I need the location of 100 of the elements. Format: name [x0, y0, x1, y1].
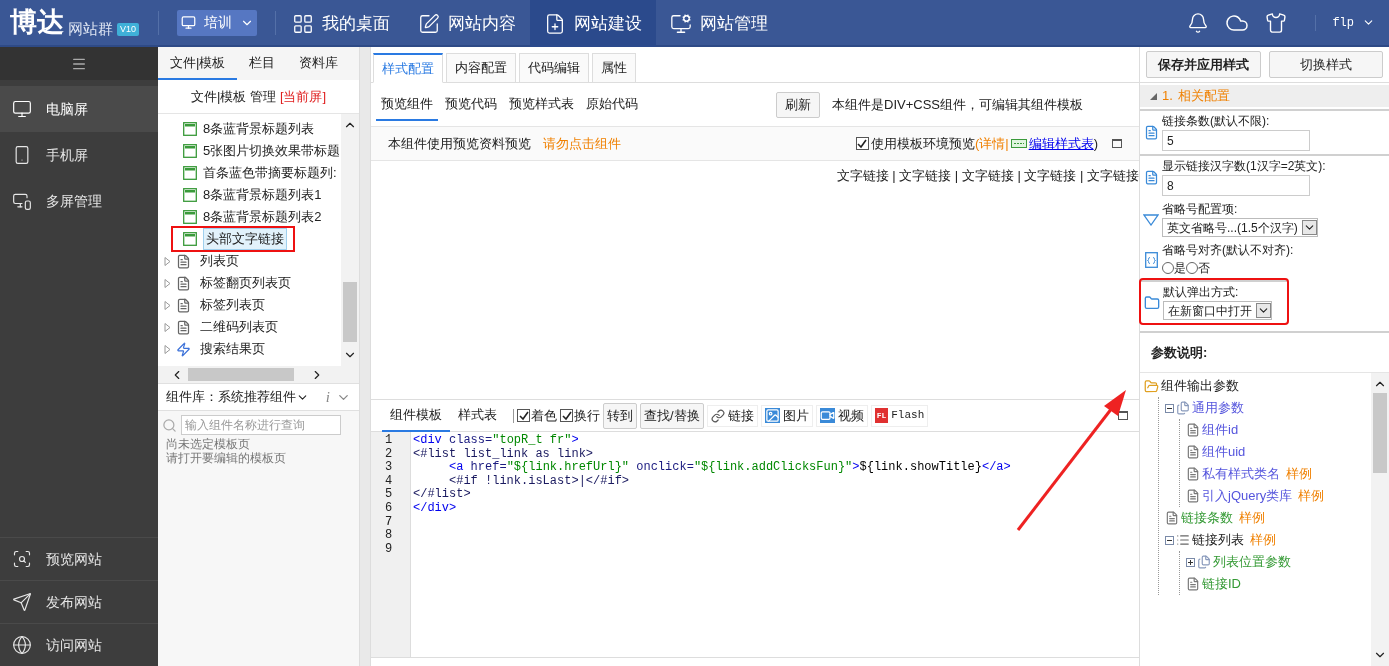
collapsed-arrow-icon[interactable] [164, 322, 171, 332]
documents-icon [1197, 555, 1211, 569]
param-label[interactable]: 通用参数 [1192, 398, 1244, 418]
tree-item[interactable]: 搜索结果页 [158, 338, 341, 360]
nav-tab[interactable]: 网站内容 [404, 0, 530, 47]
tree-item[interactable]: 列表页 [158, 250, 341, 272]
preview-tab[interactable]: 预览代码 [440, 88, 502, 121]
preview-tab[interactable]: 预览组件 [376, 88, 438, 121]
config-tab[interactable]: 代码编辑 [519, 53, 589, 83]
collapsed-arrow-icon[interactable] [164, 278, 171, 288]
param-label[interactable]: 私有样式类名 [1202, 464, 1280, 484]
highlighted-tree-item[interactable]: 头部文字链接 [173, 228, 293, 250]
nav-tab[interactable]: 网站建设 [530, 0, 656, 47]
refresh-button[interactable]: 刷新 [776, 91, 820, 118]
expand-toggle[interactable] [1186, 557, 1195, 567]
scrollbar-thumb[interactable] [343, 282, 357, 342]
collapsed-arrow-icon[interactable] [164, 344, 171, 354]
text-input[interactable]: 8 [1162, 175, 1310, 196]
library-dropdown[interactable]: 组件库：系统推荐组件 [166, 387, 309, 407]
logo[interactable]: 博达 [10, 9, 64, 36]
save-apply-button[interactable]: 保存并应用样式 [1146, 51, 1261, 78]
edit-stylesheet-link[interactable]: 编辑样式表 [1028, 133, 1094, 154]
tree-item[interactable]: 8条蓝背景标题列表2 [183, 206, 328, 228]
document-icon [1186, 489, 1200, 503]
panel-tab[interactable]: 文件|模板 [158, 47, 238, 80]
config-tab[interactable]: 内容配置 [446, 53, 516, 83]
tree-item[interactable]: 二维码列表页 [158, 316, 341, 338]
collapse-toggle[interactable] [1165, 535, 1174, 545]
component-note: 本组件是DIV+CSS组件，可编辑其组件模板 [832, 95, 1083, 114]
search-icon [162, 417, 177, 433]
switch-style-button[interactable]: 切换样式 [1268, 51, 1383, 78]
param-label[interactable]: 链接ID [1202, 574, 1241, 594]
radio-button[interactable] [1162, 262, 1174, 274]
line-number: 2 [385, 447, 394, 461]
sidebar-item[interactable]: 手机屏 [0, 132, 158, 178]
nav-tab[interactable]: 网站管理 [656, 0, 782, 47]
collapsed-arrow-icon[interactable] [164, 256, 171, 266]
code-tab[interactable]: 样式表 [450, 399, 505, 432]
shirt-icon[interactable] [1265, 11, 1288, 34]
tree-item[interactable]: 首条蓝色带摘要标题列: [183, 162, 341, 184]
param-label[interactable]: 列表位置参数 [1213, 552, 1291, 572]
toolbar-button[interactable]: 转到 [603, 402, 637, 429]
checkbox[interactable] [560, 409, 573, 422]
document-icon [1165, 511, 1179, 525]
bell-icon[interactable] [1187, 11, 1210, 34]
toolbar-button[interactable]: 查找/替换 [640, 402, 704, 429]
preview-tab[interactable]: 预览样式表 [504, 88, 579, 121]
user-menu[interactable]: flp [1332, 13, 1375, 32]
tree-item[interactable]: 5张图片切换效果带标题 [183, 140, 341, 162]
nav-tab[interactable]: 我的桌面 [278, 0, 404, 47]
text-input[interactable]: 5 [1162, 130, 1310, 151]
param-label[interactable]: 组件id [1202, 420, 1239, 440]
search-field[interactable]: 输入组件名称进行查询 [181, 415, 341, 435]
toggle-option[interactable]: 换行 [560, 405, 600, 426]
param-label[interactable]: 链接列表 [1192, 530, 1244, 550]
checkbox[interactable] [517, 409, 530, 422]
scrollbar-thumb[interactable] [188, 368, 294, 381]
panel-tab[interactable]: 资料库 [287, 47, 351, 80]
radio-option[interactable]: 是 [1162, 259, 1186, 277]
select-dropdown[interactable]: 英文省略号...(1.5个汉字) [1162, 218, 1318, 237]
config-tab[interactable]: 样式配置 [373, 53, 443, 83]
param-label[interactable]: 组件输出参数 [1161, 376, 1239, 396]
sidebar-item[interactable]: 电脑屏 [0, 86, 158, 132]
code-file-icon [1144, 252, 1158, 268]
scrollbar[interactable] [341, 114, 359, 366]
tree-item[interactable]: 8条蓝背景标题列表 [183, 118, 321, 140]
scrollbar[interactable] [1371, 373, 1389, 666]
radio-option[interactable]: 否 [1186, 259, 1210, 277]
sidebar-item[interactable]: 多屏管理 [0, 178, 158, 224]
current-screen-tag: [当前屏] [279, 86, 327, 107]
toolbar-button[interactable]: FL Flash [870, 404, 929, 427]
param-label[interactable]: 组件uid [1202, 442, 1246, 462]
radio-button[interactable] [1186, 262, 1198, 274]
param-label[interactable]: 链接条数 [1181, 508, 1233, 528]
tree-item[interactable]: 8条蓝背景标题列表1 [183, 184, 328, 206]
item-label: 二维码列表页 [200, 318, 278, 337]
scrollbar-thumb[interactable] [1373, 393, 1387, 473]
collapsed-arrow-icon[interactable] [164, 300, 171, 310]
preview-tab[interactable]: 原始代码 [581, 88, 643, 121]
toolbar-button[interactable]: 链接 [706, 404, 758, 427]
tree-item[interactable]: 标签列表页 [158, 294, 341, 316]
item-label: 列表页 [200, 252, 239, 271]
tree-item[interactable]: 标签翻页列表页 [158, 272, 341, 294]
monitor-icon [180, 15, 196, 30]
info-icon[interactable]: i [325, 385, 330, 409]
image-icon [764, 408, 780, 423]
line-number: 9 [385, 542, 394, 557]
config-tab[interactable]: 属性 [592, 53, 636, 83]
horizontal-scrollbar[interactable] [158, 366, 359, 383]
select-dropdown[interactable]: 在新窗口中打开 [1163, 301, 1272, 320]
toggle-option[interactable]: 着色 [517, 405, 557, 426]
collapse-toggle[interactable] [1165, 403, 1174, 413]
toolbar-button[interactable]: 图片 [760, 404, 813, 427]
panel-tab[interactable]: 栏目 [237, 47, 288, 80]
checkbox[interactable] [855, 137, 869, 150]
param-label[interactable]: 引入jQuery类库 [1202, 486, 1293, 506]
item-label: 标签翻页列表页 [200, 274, 291, 293]
site-selector[interactable]: 培训 [177, 9, 257, 36]
toolbar-button[interactable]: 视频 [815, 404, 868, 427]
maximize-icon[interactable] [1112, 139, 1122, 148]
